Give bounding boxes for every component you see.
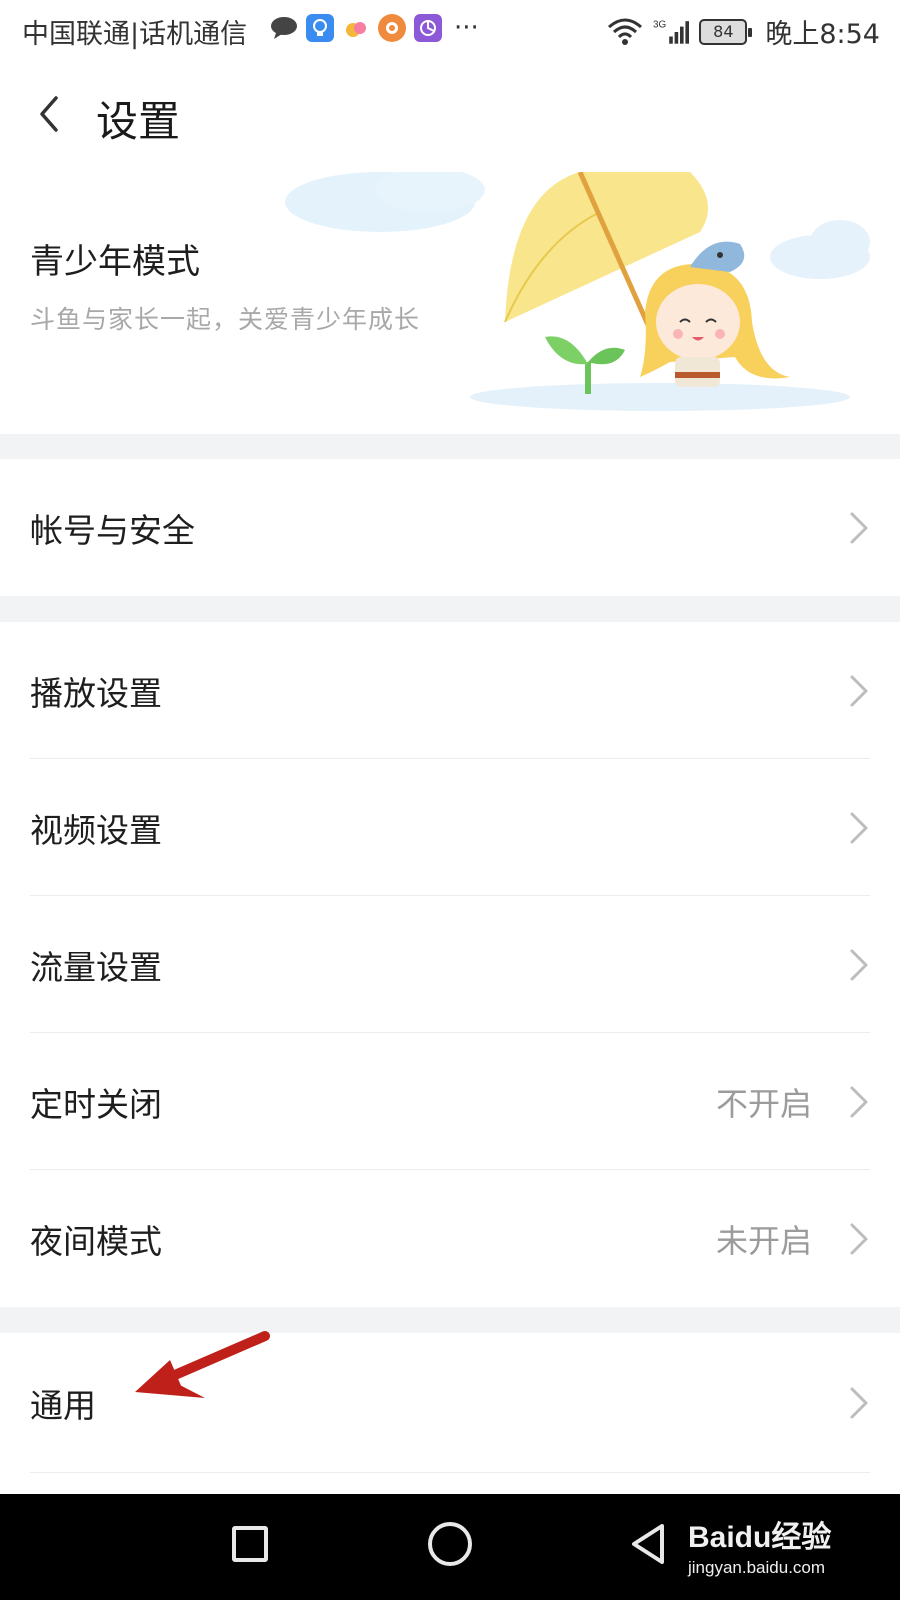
general-label: 通用 (30, 1386, 96, 1425)
mascot-app-icon (378, 14, 406, 42)
video-settings-item[interactable]: 视频设置 (0, 759, 900, 896)
timer-off-label: 定时关闭 (30, 1084, 162, 1124)
notification-icons: ··· (270, 14, 479, 42)
youth-mode-banner[interactable]: 青少年模式 斗鱼与家长一起，关爱青少年成长 (0, 172, 900, 434)
watermark-url: jingyan.baidu.com (688, 1558, 826, 1577)
watermark-brand: Baidu经验 (688, 1521, 832, 1554)
back-icon[interactable] (34, 92, 64, 136)
page-title: 设置 (96, 97, 181, 146)
chevron-right-icon (850, 812, 868, 843)
traffic-settings-item[interactable]: 流量设置 (0, 896, 900, 1033)
status-bar: 中国联通|话机通信 ··· 3G 84 晚上8:54 (0, 0, 900, 62)
timer-off-value: 不开启 (715, 1084, 812, 1123)
chevron-right-icon (850, 512, 868, 543)
recent-apps-icon[interactable] (232, 1526, 268, 1562)
red-arrow-annotation (135, 1331, 270, 1398)
chevron-right-icon (850, 949, 868, 980)
more-notifications-icon: ··· (454, 13, 479, 43)
night-mode-item[interactable]: 夜间模式 未开启 (0, 1170, 900, 1307)
traffic-settings-label: 流量设置 (30, 947, 162, 987)
account-security-item[interactable]: 帐号与安全 (0, 459, 900, 596)
section-gap (0, 596, 900, 622)
battery-level: 84 (713, 22, 734, 41)
chevron-right-icon (850, 1223, 868, 1254)
baidu-watermark: Baidu经验 jingyan.baidu.com (688, 1512, 831, 1578)
chevron-right-icon (850, 675, 868, 706)
section-gap (0, 434, 900, 459)
playback-settings-label: 播放设置 (30, 673, 162, 713)
network-type: 3G (653, 19, 666, 30)
message-icon (270, 14, 298, 42)
status-right: 3G 84 晚上8:54 (607, 12, 880, 51)
night-mode-value: 未开启 (715, 1221, 812, 1260)
wifi-icon (608, 18, 643, 45)
night-mode-label: 夜间模式 (30, 1221, 162, 1261)
divider (30, 1472, 870, 1473)
battery-icon: 84 (699, 18, 753, 45)
purple-app-icon (414, 14, 442, 42)
account-security-label: 帐号与安全 (30, 510, 195, 550)
playback-settings-item[interactable]: 播放设置 (0, 622, 900, 759)
carrier-name: 中国联通|话机通信 (22, 19, 248, 50)
chevron-right-icon (850, 1387, 868, 1419)
timer-off-item[interactable]: 定时关闭 不开启 (0, 1033, 900, 1170)
fruit-app-icon (342, 14, 370, 42)
youth-mode-title: 青少年模式 (30, 242, 200, 282)
chevron-right-icon (850, 1086, 868, 1117)
signal-icon: 3G (653, 19, 690, 44)
video-settings-label: 视频设置 (30, 810, 162, 850)
youth-mode-illustration (285, 172, 870, 411)
clock: 晚上8:54 (765, 19, 880, 50)
nav-back-icon[interactable] (628, 1522, 668, 1566)
header: 设置 (0, 62, 900, 172)
home-icon[interactable] (428, 1522, 472, 1566)
bulb-app-icon (306, 14, 334, 42)
system-nav-bar: Baidu经验 jingyan.baidu.com (0, 1494, 900, 1600)
